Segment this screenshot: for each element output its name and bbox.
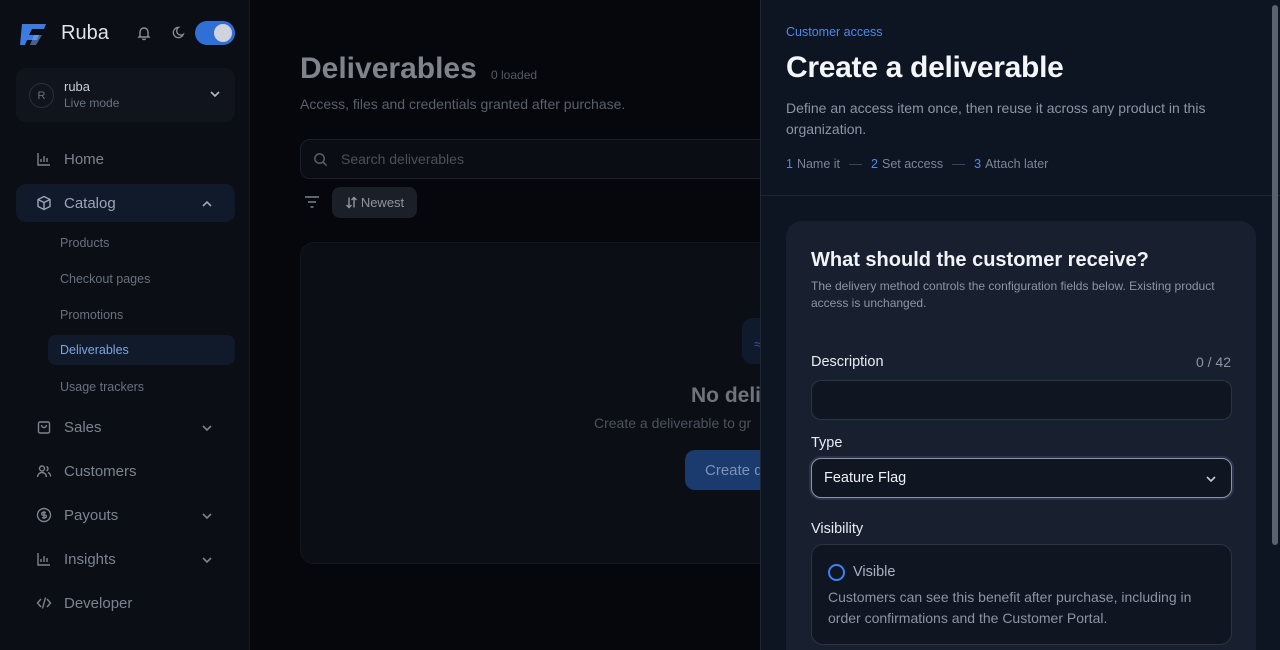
visibility-radio[interactable]	[828, 564, 845, 581]
chevron-down-icon	[202, 557, 212, 564]
sidebar-item-label: Sales	[64, 418, 102, 436]
loaded-count: 0 loaded	[491, 68, 538, 82]
moon-icon	[172, 26, 185, 39]
drawer-title: Create a deliverable	[786, 51, 1064, 84]
empty-state-subtitle: Create a deliverable to gr	[594, 415, 752, 431]
avatar: R	[29, 83, 54, 108]
sidebar-item-label: Catalog	[64, 194, 116, 212]
users-icon	[36, 465, 52, 478]
visibility-option-label: Visible	[853, 564, 896, 580]
sidebar-subitem-label: Usage trackers	[60, 380, 145, 394]
brand[interactable]: Ruba	[20, 18, 109, 48]
sidebar-item-catalog[interactable]: Catalog	[16, 184, 235, 222]
form-question: What should the customer receive?	[811, 249, 1149, 271]
sidebar-subitem-checkout-pages[interactable]: Checkout pages	[48, 264, 235, 294]
app-root: Ruba R ruba Live mode Home Catalog Produ…	[0, 0, 1280, 650]
sort-icon	[345, 196, 357, 209]
step-number: 1	[786, 157, 793, 171]
box-icon	[37, 195, 51, 211]
sidebar-item-label: Developer	[64, 594, 133, 612]
step-label: Set access	[881, 157, 944, 171]
sidebar: Ruba R ruba Live mode Home Catalog Produ…	[0, 0, 250, 650]
drawer-scrollbar[interactable]	[1272, 5, 1278, 545]
theme-toggle[interactable]	[195, 21, 235, 45]
account-mode: Live mode	[64, 96, 120, 110]
sidebar-subitem-products[interactable]: Products	[48, 228, 235, 258]
sidebar-item-label: Insights	[64, 550, 116, 568]
sort-label: Newest	[360, 195, 405, 210]
sidebar-item-insights[interactable]: Insights	[16, 540, 235, 578]
sidebar-subitem-label: Checkout pages	[60, 272, 151, 286]
toggle-knob	[214, 24, 232, 42]
drawer-header: Customer access Create a deliverable Def…	[761, 0, 1280, 196]
chevron-up-icon	[202, 200, 212, 207]
shopping-bag-icon	[37, 421, 51, 434]
sidebar-item-developer[interactable]: Developer	[16, 584, 235, 622]
description-field[interactable]	[811, 380, 1232, 420]
step-divider	[849, 163, 863, 165]
sort-button[interactable]: Newest	[332, 187, 417, 218]
sidebar-item-label: Payouts	[64, 506, 119, 524]
type-select-value: Feature Flag	[824, 470, 907, 486]
drawer-description: Define an access item once, then reuse i…	[786, 100, 1206, 137]
step-label: Attach later	[985, 157, 1049, 171]
sidebar-subitem-label: Deliverables	[60, 343, 129, 357]
code-icon	[36, 597, 52, 609]
account-switcher[interactable]: R ruba Live mode	[16, 68, 235, 122]
description-counter: 0 / 42	[1195, 354, 1231, 370]
step-divider	[952, 163, 966, 165]
search-box[interactable]	[300, 139, 820, 179]
type-select[interactable]: Feature Flag	[811, 458, 1232, 498]
visibility-label: Visibility	[811, 521, 864, 537]
sidebar-subitem-label: Promotions	[60, 308, 124, 322]
sidebar-item-label: Customers	[64, 462, 137, 480]
form-question-description: The delivery method controls the configu…	[811, 279, 1215, 310]
logo-icon	[20, 24, 46, 45]
bar-chart-icon	[37, 153, 50, 166]
description-input[interactable]	[812, 381, 1231, 419]
dollar-icon	[36, 507, 52, 523]
sidebar-subitem-deliverables[interactable]: Deliverables	[48, 335, 235, 365]
chevron-down-icon	[210, 91, 220, 98]
app-name: Ruba	[61, 21, 109, 44]
sidebar-item-payouts[interactable]: Payouts	[16, 496, 235, 534]
sidebar-subitem-label: Products	[60, 236, 110, 250]
search-input[interactable]	[341, 140, 801, 178]
step-number: 3	[974, 157, 982, 171]
step-indicator: 1 Name it 2 Set access 3 Attach later	[786, 157, 1048, 171]
create-deliverable-drawer: Customer access Create a deliverable Def…	[760, 0, 1280, 650]
chevron-down-icon	[202, 425, 212, 432]
visibility-option-visible[interactable]: Visible Customers can see this benefit a…	[811, 544, 1232, 645]
sidebar-item-home[interactable]: Home	[16, 140, 235, 178]
search-icon	[314, 153, 328, 167]
filter-icon[interactable]	[304, 195, 320, 209]
sidebar-item-sales[interactable]: Sales	[16, 408, 235, 446]
deliverable-form-card: What should the customer receive? The de…	[786, 221, 1256, 650]
page-subtitle: Access, files and credentials granted af…	[300, 96, 626, 112]
account-username: ruba	[64, 79, 91, 94]
sidebar-subitem-promotions[interactable]: Promotions	[48, 300, 235, 330]
sidebar-item-label: Home	[64, 150, 105, 168]
type-label: Type	[811, 435, 843, 451]
step-number: 2	[871, 157, 878, 171]
sidebar-subitem-usage-trackers[interactable]: Usage trackers	[48, 372, 235, 402]
description-label: Description	[811, 354, 884, 370]
chevron-down-icon	[1206, 476, 1216, 483]
bell-icon[interactable]	[136, 25, 152, 41]
visibility-option-description: Customers can see this benefit after pur…	[828, 589, 1192, 626]
chevron-down-icon	[202, 513, 212, 520]
page-title: Deliverables	[300, 52, 477, 85]
bar-chart-icon	[37, 553, 50, 566]
step-label: Name it	[796, 157, 841, 171]
drawer-eyebrow: Customer access	[786, 25, 883, 39]
sidebar-item-customers[interactable]: Customers	[16, 452, 235, 490]
empty-state: ≈ No deliv Create a deliverable to gr Cr…	[300, 242, 820, 564]
